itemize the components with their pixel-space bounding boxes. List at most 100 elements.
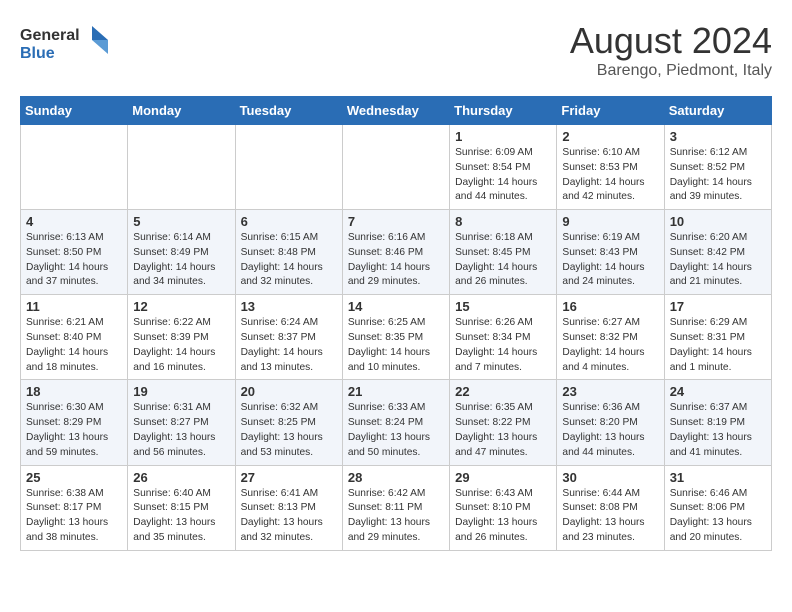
calendar-cell: 8 Sunrise: 6:18 AM Sunset: 8:45 PM Daylig…	[450, 210, 557, 295]
calendar-cell: 26Sunrise: 6:40 AM Sunset: 8:15 PM Dayli…	[128, 465, 235, 550]
calendar-cell: 23 Sunrise: 6:36 AM Sunset: 8:20 PM Dayli…	[557, 380, 664, 465]
calendar-cell: 13 Sunrise: 6:24 AM Sunset: 8:37 PM Dayli…	[235, 295, 342, 380]
header: General Blue August 2024 Barengo, Piedmo…	[20, 20, 772, 80]
location: Barengo, Piedmont, Italy	[570, 62, 772, 80]
calendar-week-row: 25 Sunrise: 6:38 AM Sunset: 8:17 PM Dayli…	[21, 465, 772, 550]
day-info: Sunrise: 6:27 AM Sunset: 8:32 PM Dayligh…	[562, 316, 658, 375]
day-info: Sunrise: 6:21 AM Sunset: 8:40 PM Dayligh…	[26, 316, 122, 375]
day-info: Sunrise: 6:44 AM Sunset: 8:08 PM Dayligh…	[562, 487, 658, 546]
day-number: 20	[241, 384, 337, 399]
day-number: 4	[26, 214, 122, 229]
calendar-cell: 7 Sunrise: 6:16 AM Sunset: 8:46 PM Daylig…	[342, 210, 449, 295]
calendar-cell: 1 Sunrise: 6:09 AM Sunset: 8:54 PM Daylig…	[450, 125, 557, 210]
day-number: 16	[562, 299, 658, 314]
calendar-cell: 2 Sunrise: 6:10 AM Sunset: 8:53 PM Daylig…	[557, 125, 664, 210]
day-info: Sunrise: 6:13 AM Sunset: 8:50 PM Dayligh…	[26, 231, 122, 290]
calendar-cell: 10 Sunrise: 6:20 AM Sunset: 8:42 PM Dayli…	[664, 210, 771, 295]
day-info: Sunrise: 6:35 AM Sunset: 8:22 PM Dayligh…	[455, 401, 551, 460]
calendar-cell: 6 Sunrise: 6:15 AM Sunset: 8:48 PM Daylig…	[235, 210, 342, 295]
day-info: Sunrise: 6:43 AM Sunset: 8:10 PM Dayligh…	[455, 487, 551, 546]
day-number: 25	[26, 470, 122, 485]
calendar-cell: 30 Sunrise: 6:44 AM Sunset: 8:08 PM Dayli…	[557, 465, 664, 550]
day-of-week-header: Monday	[128, 97, 235, 125]
day-info: Sunrise: 6:25 AM Sunset: 8:35 PM Dayligh…	[348, 316, 444, 375]
day-number: 28	[348, 470, 444, 485]
svg-text:Blue: Blue	[20, 45, 55, 62]
calendar-cell: 22Sunrise: 6:35 AM Sunset: 8:22 PM Dayli…	[450, 380, 557, 465]
calendar-cell: 24 Sunrise: 6:37 AM Sunset: 8:19 PM Dayli…	[664, 380, 771, 465]
day-number: 8	[455, 214, 551, 229]
day-info: Sunrise: 6:19 AM Sunset: 8:43 PM Dayligh…	[562, 231, 658, 290]
day-info: Sunrise: 6:40 AM Sunset: 8:15 PM Dayligh…	[133, 487, 229, 546]
day-number: 1	[455, 129, 551, 144]
day-info: Sunrise: 6:30 AM Sunset: 8:29 PM Dayligh…	[26, 401, 122, 460]
day-number: 14	[348, 299, 444, 314]
day-number: 19	[133, 384, 229, 399]
day-info: Sunrise: 6:37 AM Sunset: 8:19 PM Dayligh…	[670, 401, 766, 460]
calendar-cell: 4 Sunrise: 6:13 AM Sunset: 8:50 PM Daylig…	[21, 210, 128, 295]
logo-text: General Blue	[20, 20, 110, 69]
day-number: 5	[133, 214, 229, 229]
day-number: 9	[562, 214, 658, 229]
day-of-week-header: Tuesday	[235, 97, 342, 125]
day-info: Sunrise: 6:36 AM Sunset: 8:20 PM Dayligh…	[562, 401, 658, 460]
day-number: 30	[562, 470, 658, 485]
day-info: Sunrise: 6:38 AM Sunset: 8:17 PM Dayligh…	[26, 487, 122, 546]
day-number: 24	[670, 384, 766, 399]
day-info: Sunrise: 6:09 AM Sunset: 8:54 PM Dayligh…	[455, 146, 551, 205]
calendar-cell	[342, 125, 449, 210]
day-info: Sunrise: 6:20 AM Sunset: 8:42 PM Dayligh…	[670, 231, 766, 290]
calendar-cell	[21, 125, 128, 210]
day-number: 18	[26, 384, 122, 399]
day-of-week-header: Friday	[557, 97, 664, 125]
calendar-cell: 17 Sunrise: 6:29 AM Sunset: 8:31 PM Dayli…	[664, 295, 771, 380]
day-info: Sunrise: 6:14 AM Sunset: 8:49 PM Dayligh…	[133, 231, 229, 290]
calendar-week-row: 18 Sunrise: 6:30 AM Sunset: 8:29 PM Dayli…	[21, 380, 772, 465]
day-number: 27	[241, 470, 337, 485]
calendar-cell: 11Sunrise: 6:21 AM Sunset: 8:40 PM Dayli…	[21, 295, 128, 380]
calendar-cell: 16 Sunrise: 6:27 AM Sunset: 8:32 PM Dayli…	[557, 295, 664, 380]
calendar-week-row: 4 Sunrise: 6:13 AM Sunset: 8:50 PM Daylig…	[21, 210, 772, 295]
day-info: Sunrise: 6:22 AM Sunset: 8:39 PM Dayligh…	[133, 316, 229, 375]
calendar-cell: 31Sunrise: 6:46 AM Sunset: 8:06 PM Dayli…	[664, 465, 771, 550]
calendar-cell: 25 Sunrise: 6:38 AM Sunset: 8:17 PM Dayli…	[21, 465, 128, 550]
day-number: 29	[455, 470, 551, 485]
calendar-cell: 19 Sunrise: 6:31 AM Sunset: 8:27 PM Dayli…	[128, 380, 235, 465]
day-info: Sunrise: 6:18 AM Sunset: 8:45 PM Dayligh…	[455, 231, 551, 290]
day-of-week-header: Sunday	[21, 97, 128, 125]
day-number: 23	[562, 384, 658, 399]
day-number: 6	[241, 214, 337, 229]
day-of-week-header: Saturday	[664, 97, 771, 125]
day-number: 17	[670, 299, 766, 314]
day-number: 13	[241, 299, 337, 314]
day-number: 2	[562, 129, 658, 144]
day-info: Sunrise: 6:16 AM Sunset: 8:46 PM Dayligh…	[348, 231, 444, 290]
day-number: 3	[670, 129, 766, 144]
day-info: Sunrise: 6:42 AM Sunset: 8:11 PM Dayligh…	[348, 487, 444, 546]
day-number: 10	[670, 214, 766, 229]
logo: General Blue	[20, 20, 110, 69]
day-number: 15	[455, 299, 551, 314]
calendar-cell: 5 Sunrise: 6:14 AM Sunset: 8:49 PM Daylig…	[128, 210, 235, 295]
calendar-week-row: 1 Sunrise: 6:09 AM Sunset: 8:54 PM Daylig…	[21, 125, 772, 210]
day-info: Sunrise: 6:26 AM Sunset: 8:34 PM Dayligh…	[455, 316, 551, 375]
calendar-cell: 27 Sunrise: 6:41 AM Sunset: 8:13 PM Dayli…	[235, 465, 342, 550]
calendar-cell: 21Sunrise: 6:33 AM Sunset: 8:24 PM Dayli…	[342, 380, 449, 465]
calendar-header-row: SundayMondayTuesdayWednesdayThursdayFrid…	[21, 97, 772, 125]
day-of-week-header: Wednesday	[342, 97, 449, 125]
calendar: SundayMondayTuesdayWednesdayThursdayFrid…	[20, 96, 772, 551]
day-info: Sunrise: 6:15 AM Sunset: 8:48 PM Dayligh…	[241, 231, 337, 290]
day-info: Sunrise: 6:41 AM Sunset: 8:13 PM Dayligh…	[241, 487, 337, 546]
day-info: Sunrise: 6:31 AM Sunset: 8:27 PM Dayligh…	[133, 401, 229, 460]
calendar-cell: 18 Sunrise: 6:30 AM Sunset: 8:29 PM Dayli…	[21, 380, 128, 465]
calendar-cell: 9 Sunrise: 6:19 AM Sunset: 8:43 PM Daylig…	[557, 210, 664, 295]
calendar-cell: 29 Sunrise: 6:43 AM Sunset: 8:10 PM Dayli…	[450, 465, 557, 550]
calendar-week-row: 11Sunrise: 6:21 AM Sunset: 8:40 PM Dayli…	[21, 295, 772, 380]
calendar-cell: 15 Sunrise: 6:26 AM Sunset: 8:34 PM Dayli…	[450, 295, 557, 380]
page: General Blue August 2024 Barengo, Piedmo…	[0, 0, 792, 561]
day-info: Sunrise: 6:10 AM Sunset: 8:53 PM Dayligh…	[562, 146, 658, 205]
day-number: 7	[348, 214, 444, 229]
day-info: Sunrise: 6:29 AM Sunset: 8:31 PM Dayligh…	[670, 316, 766, 375]
day-info: Sunrise: 6:24 AM Sunset: 8:37 PM Dayligh…	[241, 316, 337, 375]
day-number: 21	[348, 384, 444, 399]
